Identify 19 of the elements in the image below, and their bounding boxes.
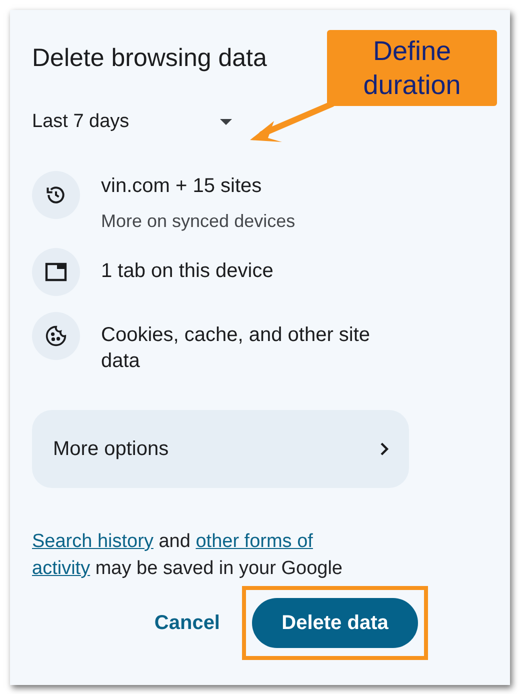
activity-notice: Search history and other forms of activity may be saved in your Google — [32, 530, 344, 581]
chevron-right-icon — [380, 442, 389, 456]
more-options-button[interactable]: More options — [32, 410, 409, 488]
callout-label: Define duration — [327, 30, 497, 106]
history-icon — [45, 184, 67, 206]
data-item-label: Cookies, cache, and other site data — [101, 323, 372, 374]
notice-link[interactable]: other forms of — [196, 531, 313, 552]
time-range-dropdown[interactable]: Last 7 days — [32, 111, 232, 133]
notice-link[interactable]: Search history — [32, 531, 154, 552]
cancel-button[interactable]: Cancel — [154, 604, 220, 642]
cookie-icon — [45, 325, 67, 347]
notice-link[interactable]: activity — [32, 558, 90, 579]
dropdown-caret-icon — [220, 119, 232, 125]
data-item-label: 1 tab on this device — [101, 259, 274, 284]
tab-icon — [45, 262, 67, 282]
dialog-title: Delete browsing data — [32, 44, 267, 73]
delete-data-button[interactable]: Delete data — [252, 598, 418, 648]
data-item-detail: More on synced devices — [101, 211, 296, 232]
data-item-label: vin.com + 15 sites — [101, 174, 263, 199]
